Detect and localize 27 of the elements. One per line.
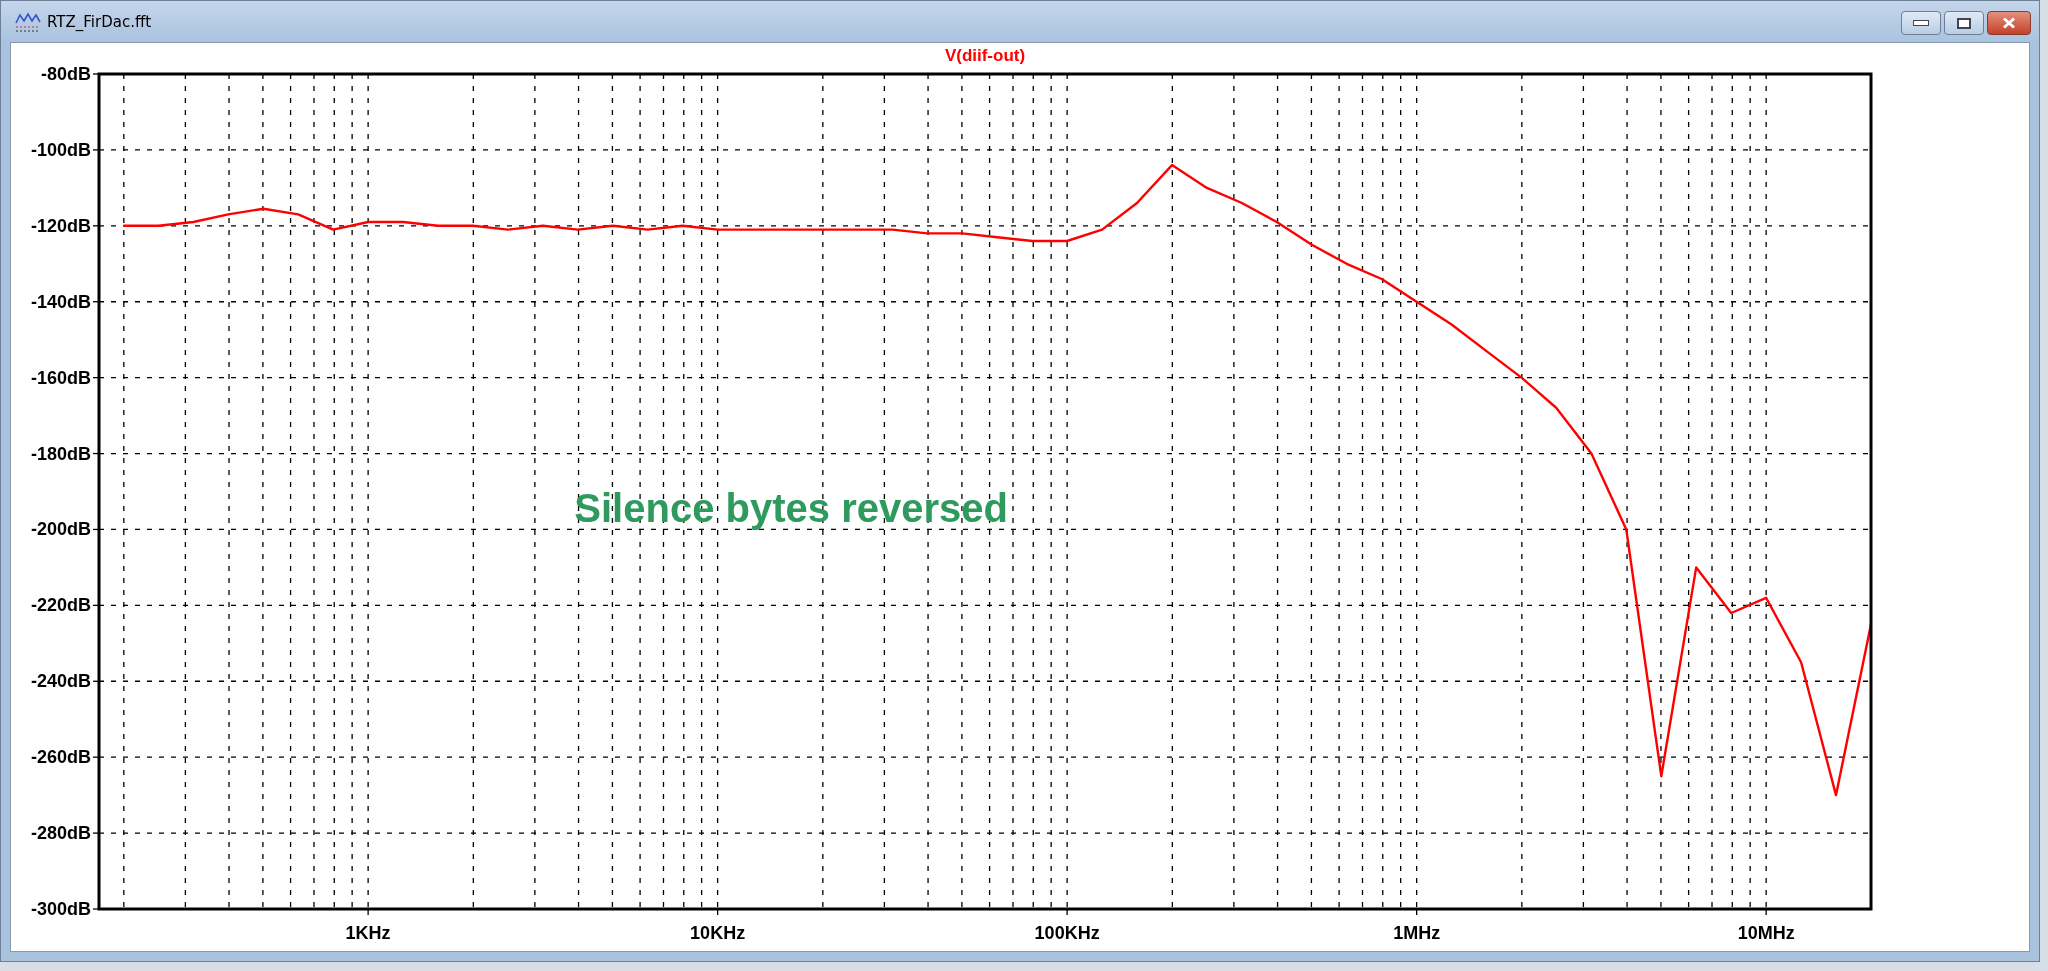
y-tick-label: -240dB bbox=[30, 671, 91, 692]
minimize-button[interactable] bbox=[1901, 11, 1941, 35]
y-tick-label: -200dB bbox=[30, 519, 91, 540]
y-tick-label: -120dB bbox=[30, 215, 91, 236]
x-tick-label: 1KHz bbox=[345, 923, 391, 943]
y-tick-label: -100dB bbox=[30, 139, 91, 160]
x-tick-label: 1MHz bbox=[1393, 923, 1441, 943]
maximize-icon bbox=[1957, 17, 1971, 29]
maximize-button[interactable] bbox=[1944, 11, 1984, 35]
minimize-icon bbox=[1913, 20, 1929, 26]
close-icon bbox=[2002, 17, 2016, 29]
window-title: RTZ_FirDac.fft bbox=[47, 12, 152, 31]
waveform-icon bbox=[15, 10, 41, 33]
close-button[interactable] bbox=[1987, 11, 2031, 35]
y-tick-label: -160dB bbox=[30, 367, 91, 388]
y-tick-label: -220dB bbox=[30, 595, 91, 616]
y-tick-label: -80dB bbox=[41, 64, 91, 84]
y-tick-label: -300dB bbox=[30, 899, 91, 919]
trace-name: V(diif-out) bbox=[944, 46, 1026, 65]
y-tick-label: -280dB bbox=[30, 823, 91, 844]
x-tick-label: 100KHz bbox=[1034, 923, 1100, 943]
y-tick-label: -180dB bbox=[30, 443, 91, 464]
annotation-text: Silence bytes reversed bbox=[574, 485, 1008, 530]
y-tick-label: -140dB bbox=[30, 291, 91, 312]
y-tick-label: -260dB bbox=[30, 747, 91, 768]
x-tick-label: 10KHz bbox=[690, 923, 746, 943]
x-tick-label: 10MHz bbox=[1737, 923, 1795, 943]
